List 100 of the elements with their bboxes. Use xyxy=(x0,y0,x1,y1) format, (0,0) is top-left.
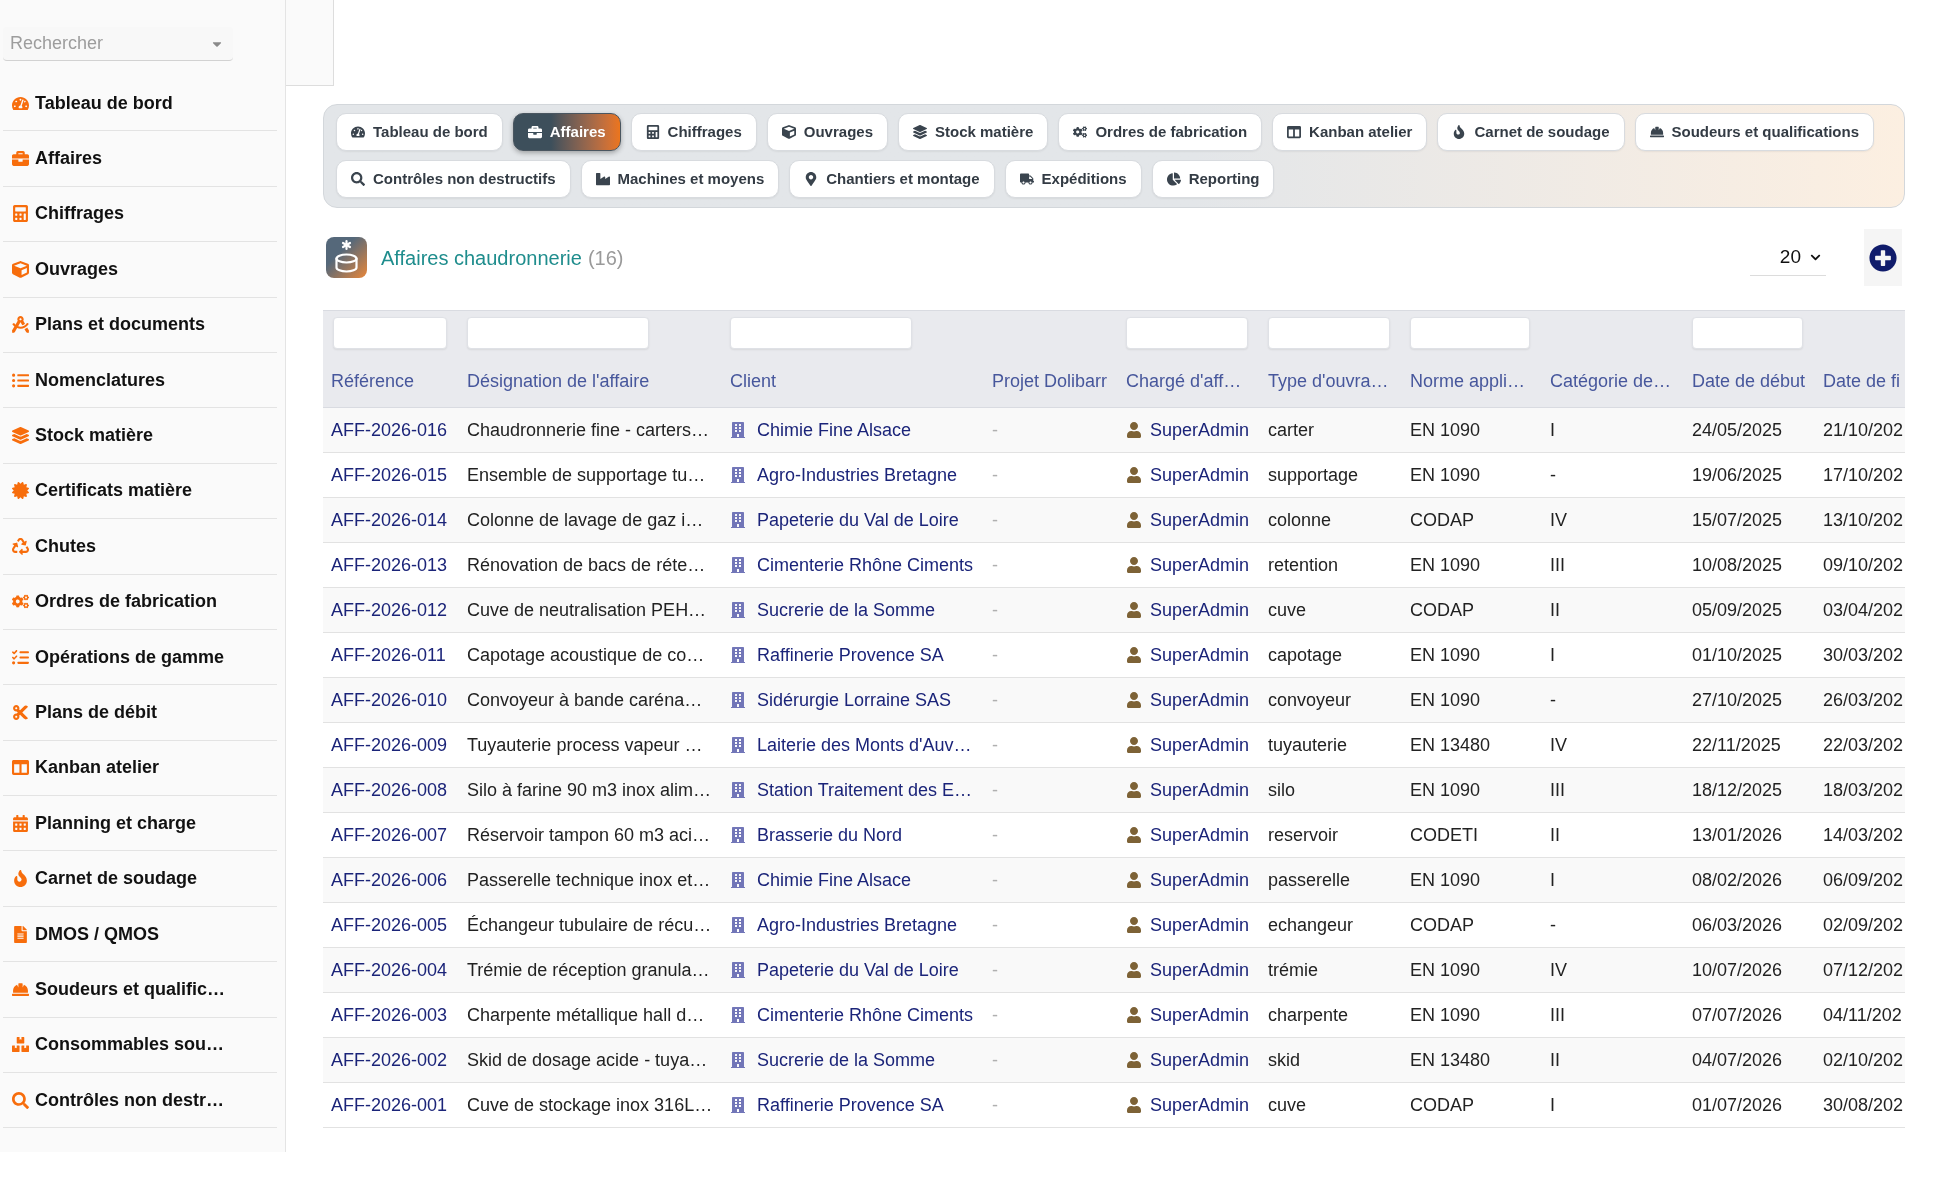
reference-link[interactable]: AFF-2026-006 xyxy=(331,869,448,890)
tab[interactable]: Carnet de soudage xyxy=(1437,113,1625,151)
sidebar-item[interactable]: Nomenclatures xyxy=(3,352,277,409)
client-link[interactable]: Papeterie du Val de Loire xyxy=(757,956,959,984)
reference-link[interactable]: AFF-2026-004 xyxy=(331,959,448,980)
tab[interactable]: Affaires xyxy=(512,113,621,151)
sidebar-item[interactable]: Chutes xyxy=(3,519,277,575)
tab[interactable]: Ordres de fabrication xyxy=(1058,113,1263,151)
tab[interactable]: Ouvrages xyxy=(766,113,888,151)
tab[interactable]: Tableau de bord xyxy=(336,113,503,151)
user-link[interactable]: SuperAdmin xyxy=(1150,641,1250,669)
sidebar-item[interactable]: Contrôles non destr… xyxy=(3,1073,277,1129)
column-header[interactable]: Norme appli… xyxy=(1410,371,1526,391)
reference-link[interactable]: AFF-2026-015 xyxy=(331,464,448,485)
filter-field[interactable] xyxy=(1410,317,1530,349)
tab[interactable]: Chiffrages xyxy=(630,113,757,151)
sidebar-item[interactable]: Stock matière xyxy=(3,408,277,464)
sidebar-item[interactable]: Chiffrages xyxy=(3,186,277,243)
add-button[interactable] xyxy=(1864,229,1902,286)
reference-link[interactable]: AFF-2026-011 xyxy=(331,644,446,665)
user-link[interactable]: SuperAdmin xyxy=(1150,506,1250,534)
column-header[interactable]: Type d'ouvra… xyxy=(1268,371,1389,391)
sidebar-item[interactable]: Tableau de bord xyxy=(3,76,277,132)
column-header[interactable]: Catégorie de… xyxy=(1550,371,1672,391)
column-header[interactable]: Date de fi xyxy=(1823,371,1901,391)
client-link[interactable]: Papeterie du Val de Loire xyxy=(757,506,959,534)
sidebar-item[interactable]: Carnet de soudage xyxy=(3,851,277,907)
filter-field[interactable] xyxy=(1268,317,1390,349)
sidebar-item[interactable]: Certificats matière xyxy=(3,463,277,520)
filter-field[interactable] xyxy=(1692,317,1803,349)
user-link[interactable]: SuperAdmin xyxy=(1150,461,1250,489)
client-link[interactable]: Raffinerie Provence SA xyxy=(757,1091,944,1119)
client-link[interactable]: Agro-Industries Bretagne xyxy=(757,911,958,939)
column-header[interactable]: Client xyxy=(730,371,777,391)
tab[interactable]: Kanban atelier xyxy=(1272,113,1428,151)
reference-link[interactable]: AFF-2026-007 xyxy=(331,824,448,845)
client-link[interactable]: Raffinerie Provence SA xyxy=(757,641,944,669)
sidebar-item[interactable]: Affaires xyxy=(3,131,277,187)
user-link[interactable]: SuperAdmin xyxy=(1150,596,1250,624)
tab[interactable]: Reporting xyxy=(1151,160,1275,198)
user-link[interactable]: SuperAdmin xyxy=(1150,776,1250,804)
client-link[interactable]: Cimenterie Rhône Ciments xyxy=(757,551,974,579)
user-link[interactable]: SuperAdmin xyxy=(1150,731,1250,759)
sidebar-item[interactable]: Soudeurs et qualific… xyxy=(3,962,277,1018)
reference-link[interactable]: AFF-2026-002 xyxy=(331,1049,448,1070)
user-link[interactable]: SuperAdmin xyxy=(1150,1046,1250,1074)
reference-link[interactable]: AFF-2026-014 xyxy=(331,509,448,530)
tab[interactable]: Soudeurs et qualifications xyxy=(1634,113,1875,151)
tab[interactable]: Stock matière xyxy=(898,113,1049,151)
reference-link[interactable]: AFF-2026-001 xyxy=(331,1094,448,1115)
page-size-select[interactable]: 20 xyxy=(1750,239,1826,276)
sidebar-item[interactable]: DMOS / QMOS xyxy=(3,906,277,963)
reference-link[interactable]: AFF-2026-016 xyxy=(331,419,448,440)
user-link[interactable]: SuperAdmin xyxy=(1150,551,1250,579)
user-link[interactable]: SuperAdmin xyxy=(1150,1091,1250,1119)
reference-link[interactable]: AFF-2026-008 xyxy=(331,779,448,800)
reference-link[interactable]: AFF-2026-010 xyxy=(331,689,448,710)
column-header[interactable]: Désignation de l'affaire xyxy=(467,371,650,391)
tab[interactable]: Contrôles non destructifs xyxy=(336,160,571,198)
tab[interactable]: Expéditions xyxy=(1004,160,1142,198)
filter-field[interactable] xyxy=(467,317,649,349)
column-header[interactable]: Projet Dolibarr xyxy=(992,371,1108,391)
client-link[interactable]: Laiterie des Monts d'Auv… xyxy=(757,731,972,759)
sidebar-item[interactable]: Plans de débit xyxy=(3,685,277,741)
client-link[interactable]: Cimenterie Rhône Ciments xyxy=(757,1001,974,1029)
sidebar-item[interactable]: Ordres de fabrication xyxy=(3,574,277,630)
client-link[interactable]: Chimie Fine Alsace xyxy=(757,866,912,894)
sidebar-item[interactable]: Opérations de gamme xyxy=(3,629,277,686)
sidebar-item[interactable]: Planning et charge xyxy=(3,796,277,852)
user-link[interactable]: SuperAdmin xyxy=(1150,1001,1250,1029)
user-link[interactable]: SuperAdmin xyxy=(1150,416,1250,444)
sidebar-item[interactable]: Ouvrages xyxy=(3,242,277,298)
client-link[interactable]: Sucrerie de la Somme xyxy=(757,1046,936,1074)
user-link[interactable]: SuperAdmin xyxy=(1150,956,1250,984)
client-link[interactable]: Chimie Fine Alsace xyxy=(757,416,912,444)
filter-field[interactable] xyxy=(1126,317,1248,349)
tab[interactable]: Chantiers et montage xyxy=(789,160,995,198)
client-link[interactable]: Sidérurgie Lorraine SAS xyxy=(757,686,952,714)
reference-link[interactable]: AFF-2026-003 xyxy=(331,1004,448,1025)
filter-field[interactable] xyxy=(730,317,912,349)
user-link[interactable]: SuperAdmin xyxy=(1150,686,1250,714)
client-link[interactable]: Station Traitement des E… xyxy=(757,776,973,804)
column-header[interactable]: Date de début xyxy=(1692,371,1806,391)
reference-link[interactable]: AFF-2026-013 xyxy=(331,554,448,575)
client-link[interactable]: Brasserie du Nord xyxy=(757,821,903,849)
client-link[interactable]: Sucrerie de la Somme xyxy=(757,596,936,624)
user-link[interactable]: SuperAdmin xyxy=(1150,911,1250,939)
reference-link[interactable]: AFF-2026-009 xyxy=(331,734,448,755)
tab[interactable]: Machines et moyens xyxy=(580,160,780,198)
filter-field[interactable] xyxy=(333,317,447,349)
client-link[interactable]: Agro-Industries Bretagne xyxy=(757,461,958,489)
reference-link[interactable]: AFF-2026-005 xyxy=(331,914,448,935)
sidebar-item[interactable]: Consommables sou… xyxy=(3,1017,277,1074)
reference-link[interactable]: AFF-2026-012 xyxy=(331,599,448,620)
user-link[interactable]: SuperAdmin xyxy=(1150,821,1250,849)
column-header[interactable]: Référence xyxy=(331,371,415,391)
column-header[interactable]: Chargé d'aff… xyxy=(1126,371,1242,391)
user-link[interactable]: SuperAdmin xyxy=(1150,866,1250,894)
sidebar-item[interactable]: Plans et documents xyxy=(3,297,277,353)
sidebar-item[interactable]: Kanban atelier xyxy=(3,740,277,797)
